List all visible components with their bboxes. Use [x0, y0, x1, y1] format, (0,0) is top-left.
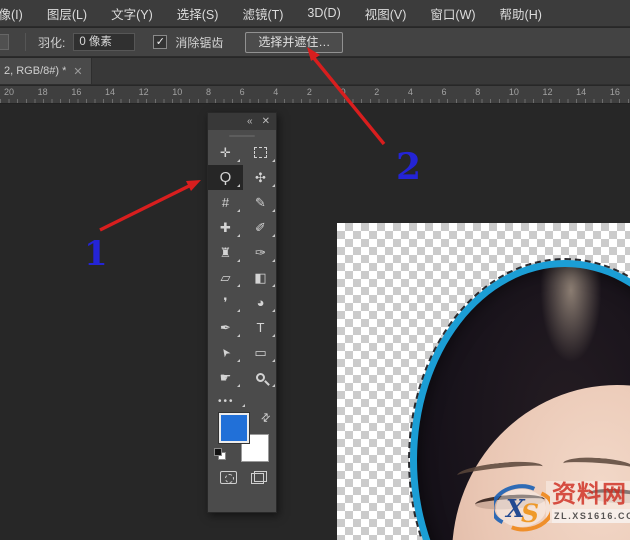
blur-tool[interactable]: ❜: [208, 290, 243, 315]
swap-colors-icon[interactable]: ⇄: [258, 410, 273, 425]
feather-label: 羽化:: [38, 35, 66, 50]
path-selection-tool-icon: ➤: [218, 344, 234, 360]
lasso-tool[interactable]: Ϙ: [208, 165, 243, 190]
rectangle-tool[interactable]: ▭: [243, 340, 278, 365]
rectangular-marquee-tool[interactable]: [243, 140, 278, 165]
screen-mode-icon[interactable]: [251, 471, 267, 484]
tools-palette: « ✕ ✛ Ϙ ✣ # ✎ ✚ ✐ ♜ ✑ ▱ ◧ ❜ ◕ ✒ T ➤ ▭ ☛ …: [207, 112, 277, 513]
move-tool[interactable]: ✛: [208, 140, 243, 165]
history-brush-tool[interactable]: ✑: [243, 240, 278, 265]
menubar: 图像(I) 图层(L) 文字(Y) 选择(S) 滤镜(T) 3D(D) 视图(V…: [0, 0, 630, 27]
close-panel-icon[interactable]: ✕: [262, 116, 270, 127]
type-tool-icon: T: [256, 320, 265, 335]
tools-palette-header[interactable]: « ✕: [208, 113, 276, 130]
dodge-tool-icon: ◕: [256, 295, 265, 310]
rectangle-tool-icon: ▭: [254, 344, 267, 360]
menu-image[interactable]: 图像(I): [0, 4, 23, 23]
panel-bottom-row: [208, 465, 276, 484]
eraser-tool-icon: ▱: [220, 269, 231, 285]
antialias-checkbox[interactable]: ✓: [153, 35, 168, 49]
image-canvas[interactable]: [337, 223, 630, 540]
menu-layer[interactable]: 图层(L): [47, 4, 87, 23]
work-area: [0, 104, 630, 540]
blur-tool-icon: ❜: [223, 294, 228, 310]
clone-stamp-tool[interactable]: ♜: [208, 240, 243, 265]
eraser-tool[interactable]: ▱: [208, 265, 243, 290]
pen-tool-icon: ✒: [220, 319, 231, 335]
zoom-tool[interactable]: [243, 365, 278, 390]
gradient-tool[interactable]: ◧: [243, 265, 278, 290]
antialias-label: 消除锯齿: [175, 35, 224, 50]
panel-grip[interactable]: [229, 135, 255, 137]
document-tab[interactable]: 2, RGB/8#) * ✕: [0, 58, 92, 84]
type-tool[interactable]: T: [243, 315, 278, 340]
hand-tool-icon: ☛: [219, 369, 232, 385]
move-tool-icon: ✛: [220, 144, 231, 160]
spot-healing-tool-icon: ✚: [220, 219, 231, 235]
eyedropper-tool[interactable]: ✎: [243, 190, 278, 215]
zoom-tool-icon: [256, 373, 265, 382]
brush-tool-icon: ✐: [255, 219, 266, 235]
lasso-tool-icon: Ϙ: [219, 169, 232, 186]
dodge-tool[interactable]: ◕: [243, 290, 278, 315]
spot-healing-brush-tool[interactable]: ✚: [208, 215, 243, 240]
crop-tool[interactable]: #: [208, 190, 243, 215]
crop-tool-icon: #: [221, 195, 230, 210]
horizontal-ruler: 20 18 16 14 12 10 8 6 4 2 0 2 4 6 8 10 12 14 16: [0, 86, 630, 104]
marquee-tool-icon: [254, 147, 267, 158]
tool-grid: ✛ Ϙ ✣ # ✎ ✚ ✐ ♜ ✑ ▱ ◧ ❜ ◕ ✒ T ➤ ▭ ☛: [208, 140, 276, 390]
menu-help[interactable]: 帮助(H): [500, 4, 542, 23]
path-selection-tool[interactable]: ➤: [208, 340, 243, 365]
clone-stamp-tool-icon: ♜: [219, 244, 232, 260]
foreground-color-swatch[interactable]: [219, 413, 249, 443]
feather-input[interactable]: 0 像素: [73, 33, 136, 51]
quick-mask-icon[interactable]: [220, 471, 237, 484]
menu-view[interactable]: 视图(V): [365, 4, 407, 23]
default-colors-icon[interactable]: [214, 448, 226, 460]
select-and-mask-button[interactable]: 选择并遮住…: [245, 31, 344, 53]
eyedropper-tool-icon: ✎: [255, 194, 266, 210]
quick-selection-tool-icon: ✣: [255, 169, 266, 185]
hand-tool[interactable]: ☛: [208, 365, 243, 390]
menu-window[interactable]: 窗口(W): [430, 4, 475, 23]
tool-options-bar: 羽化: 0 像素 ✓ 消除锯齿 选择并遮住…: [0, 28, 630, 57]
collapse-panel-icon[interactable]: «: [247, 116, 253, 127]
pen-tool[interactable]: ✒: [208, 315, 243, 340]
document-tabbar: 2, RGB/8#) * ✕: [0, 58, 630, 85]
quick-selection-tool[interactable]: ✣: [243, 165, 278, 190]
menu-filter[interactable]: 滤镜(T): [242, 4, 283, 23]
menu-select[interactable]: 选择(S): [177, 4, 219, 23]
tab-close-icon[interactable]: ✕: [73, 65, 82, 78]
gradient-tool-icon: ◧: [254, 269, 267, 285]
ruler-ticks: 20 18 16 14 12 10 8 6 4 2 0 2 4 6 8 10 12 14 16: [4, 87, 620, 97]
history-brush-tool-icon: ✑: [255, 244, 266, 260]
color-swatches: ⇄: [208, 410, 276, 465]
options-separator: [25, 33, 26, 51]
brush-tool[interactable]: ✐: [243, 215, 278, 240]
menu-3d[interactable]: 3D(D): [307, 6, 340, 20]
edit-toolbar-ellipsis[interactable]: •••: [208, 390, 276, 409]
tool-preset-icon[interactable]: [0, 34, 9, 50]
document-tab-title: 2, RGB/8#) *: [4, 65, 67, 77]
menu-type[interactable]: 文字(Y): [111, 4, 153, 23]
